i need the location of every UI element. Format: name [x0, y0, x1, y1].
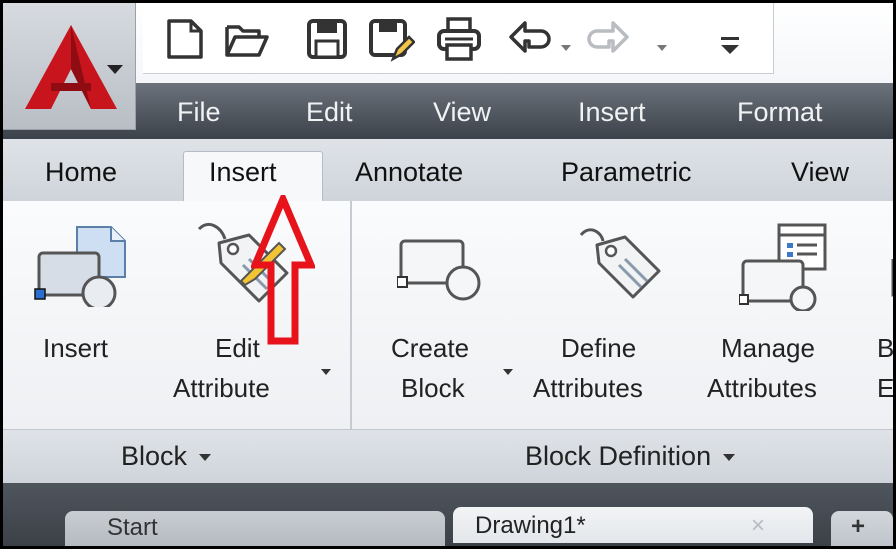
panel-title-block[interactable]: Block [121, 441, 212, 472]
plot-icon[interactable] [435, 15, 483, 63]
tab-insert[interactable]: Insert [209, 157, 277, 188]
tab-home[interactable]: Home [45, 157, 117, 188]
panel-title-block-definition-label: Block Definition [525, 441, 712, 471]
save-icon[interactable] [303, 15, 351, 63]
new-icon[interactable] [161, 15, 209, 63]
customize-icon[interactable] [715, 15, 745, 63]
undo-dropdown-icon[interactable] [561, 45, 571, 51]
menu-format[interactable]: Format [737, 97, 823, 128]
quick-access-toolbar [143, 3, 774, 74]
manage-attributes-icon[interactable] [738, 221, 833, 316]
define-attributes-label-line2[interactable]: Attributes [533, 373, 643, 404]
redo-dropdown-icon[interactable] [657, 45, 667, 51]
chevron-down-icon [107, 65, 123, 74]
tab-view[interactable]: View [791, 157, 849, 188]
create-block-label-line1[interactable]: Create [391, 333, 469, 364]
panel-title-block-definition[interactable]: Block Definition [525, 441, 736, 472]
tab-parametric[interactable]: Parametric [561, 157, 692, 188]
close-icon[interactable]: × [751, 512, 765, 540]
manage-attributes-label-line1[interactable]: Manage [721, 333, 815, 364]
tab-annotate[interactable]: Annotate [355, 157, 463, 188]
define-attributes-icon[interactable] [573, 225, 665, 310]
menu-file[interactable]: File [177, 97, 221, 128]
chevron-down-icon [723, 454, 736, 462]
document-tab-bar: Start Drawing1* × + [3, 483, 893, 546]
manage-attributes-label-line2[interactable]: Attributes [707, 373, 817, 404]
menu-insert[interactable]: Insert [578, 97, 646, 128]
create-block-icon[interactable] [396, 235, 489, 312]
autocad-logo-icon [25, 25, 117, 109]
insert-button-label[interactable]: Insert [43, 333, 108, 364]
create-block-dropdown-icon[interactable] [503, 369, 513, 375]
open-icon[interactable] [223, 15, 271, 63]
plus-icon[interactable]: + [851, 513, 865, 541]
edit-attribute-label-line2[interactable]: Attribute [173, 373, 270, 404]
chevron-down-icon [199, 454, 212, 462]
menu-view[interactable]: View [433, 97, 491, 128]
edit-attribute-dropdown-icon[interactable] [321, 369, 331, 375]
menu-bar: File Edit View Insert Format [3, 83, 893, 139]
doc-tab-start-label: Start [107, 514, 158, 541]
block-editor-label-line1[interactable]: B [877, 333, 893, 364]
autocad-window: File Edit View Insert Format Home Insert… [0, 0, 896, 549]
redo-icon[interactable] [583, 15, 631, 63]
undo-icon[interactable] [507, 15, 555, 63]
doc-tab-drawing1-label: Drawing1* [475, 512, 586, 539]
save-as-icon[interactable] [367, 15, 416, 63]
block-editor-icon[interactable] [879, 255, 893, 310]
annotation-arrow-icon [249, 190, 317, 350]
menu-edit[interactable]: Edit [306, 97, 353, 128]
insert-block-icon[interactable] [33, 223, 131, 312]
block-editor-label-line2[interactable]: E [877, 373, 893, 404]
application-menu-button[interactable] [3, 3, 136, 130]
create-block-label-line2[interactable]: Block [401, 373, 465, 404]
define-attributes-label-line1[interactable]: Define [561, 333, 636, 364]
panel-title-block-label: Block [121, 441, 188, 471]
